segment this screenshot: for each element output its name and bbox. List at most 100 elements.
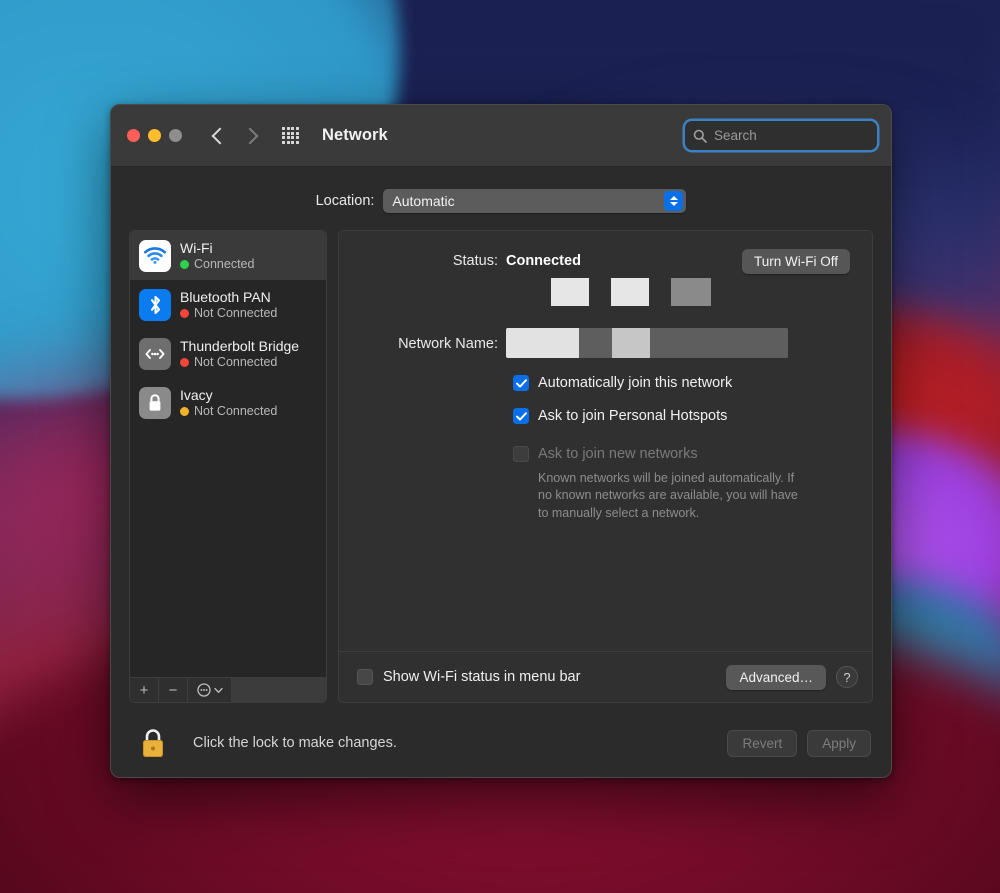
help-button[interactable]: ? — [836, 666, 858, 688]
sidebar-item-text: Ivacy Not Connected — [180, 387, 277, 418]
network-preferences-window: Network Location: Automatic — [110, 104, 892, 778]
status-badge: Not Connected — [180, 404, 277, 418]
network-name-field[interactable] — [506, 328, 788, 358]
network-name-label: Network Name: — [398, 336, 498, 352]
footer-buttons: Revert Apply — [727, 729, 871, 757]
wifi-icon — [139, 239, 171, 272]
sidebar-item-text: Wi-Fi Connected — [180, 240, 254, 271]
redaction-block — [551, 278, 589, 306]
forward-button[interactable] — [241, 127, 259, 144]
window-body: Location: Automatic Wi-Fi Connected Blue… — [111, 167, 891, 715]
wifi-detail-inner: Status: Connected Turn Wi-Fi Off Network… — [339, 231, 872, 651]
apply-button[interactable]: Apply — [807, 729, 871, 757]
sidebar-footer-filler — [232, 678, 326, 702]
sidebar-item-label: Wi-Fi — [180, 239, 213, 256]
redaction-gap — [650, 328, 788, 358]
sidebar-item-ivacy[interactable]: Ivacy Not Connected — [130, 378, 326, 427]
auto-join-label: Automatically join this network — [538, 375, 733, 391]
status-redaction-blocks — [551, 278, 850, 306]
remove-service-button[interactable]: − — [159, 678, 188, 702]
thunderbolt-bridge-icon — [139, 337, 171, 370]
navigation-buttons — [211, 127, 259, 144]
status-dot — [180, 308, 189, 318]
sidebar-item-label: Bluetooth PAN — [180, 288, 271, 305]
add-service-button[interactable]: + — [130, 678, 159, 702]
location-dropdown[interactable]: Automatic — [383, 189, 687, 213]
status-label: Not Connected — [194, 306, 278, 321]
services-sidebar: Wi-Fi Connected Bluetooth PAN Not Connec… — [129, 230, 327, 703]
status-badge: Not Connected — [180, 306, 277, 320]
status-label: Connected — [194, 257, 255, 272]
location-row: Location: Automatic — [129, 167, 873, 230]
zoom-button[interactable] — [169, 129, 182, 142]
sidebar-item-thunderbolt-bridge[interactable]: Thunderbolt Bridge Not Connected — [130, 329, 326, 378]
sidebar-item-label: Ivacy — [180, 386, 213, 403]
menubar-status-label: Show Wi-Fi status in menu bar — [383, 669, 581, 685]
ask-hotspots-label: Ask to join Personal Hotspots — [538, 408, 728, 424]
chevron-up-down-icon[interactable] — [664, 191, 684, 211]
lock-closed-icon[interactable] — [139, 727, 167, 759]
sidebar-item-label: Thunderbolt Bridge — [180, 337, 300, 354]
wifi-detail-footer: Show Wi-Fi status in menu bar Advanced… … — [339, 651, 872, 702]
sidebar-footer: + − — [130, 677, 326, 702]
vpn-lock-icon — [139, 386, 171, 419]
auto-join-checkbox[interactable] — [513, 375, 529, 391]
sidebar-item-text: Bluetooth PAN Not Connected — [180, 289, 277, 320]
checkbox-row-hotspots[interactable]: Ask to join Personal Hotspots — [513, 408, 850, 424]
checkmark-icon — [515, 378, 527, 388]
checkbox-row-new-networks: Ask to join new networks — [513, 446, 850, 462]
status-label: Not Connected — [194, 404, 278, 419]
page-title: Network — [322, 126, 388, 144]
status-label: Not Connected — [194, 355, 278, 370]
grid-apps-icon[interactable] — [282, 127, 299, 144]
location-value: Automatic — [392, 193, 455, 209]
redaction-gap — [589, 278, 611, 306]
status-field-label: Status: — [452, 253, 498, 269]
checkmark-icon — [515, 411, 527, 421]
status-badge: Not Connected — [180, 355, 299, 369]
close-button[interactable] — [127, 129, 140, 142]
redaction-gap — [649, 278, 671, 306]
status-field-value: Connected — [506, 253, 581, 269]
sidebar-item-bluetooth-pan[interactable]: Bluetooth PAN Not Connected — [130, 280, 326, 329]
new-networks-hint: Known networks will be joined automatica… — [538, 471, 798, 520]
services-list: Wi-Fi Connected Bluetooth PAN Not Connec… — [130, 231, 326, 677]
sidebar-item-text: Thunderbolt Bridge Not Connected — [180, 338, 299, 369]
service-actions-button[interactable] — [188, 678, 232, 702]
window-titlebar[interactable]: Network — [111, 105, 891, 167]
search-icon — [693, 129, 707, 143]
lock-hint-text: Click the lock to make changes. — [193, 735, 397, 751]
status-badge: Connected — [180, 257, 254, 271]
sidebar-item-wifi[interactable]: Wi-Fi Connected — [130, 231, 326, 280]
chevron-right-icon — [241, 127, 259, 144]
turn-wifi-off-button[interactable]: Turn Wi-Fi Off — [742, 249, 850, 274]
status-dot — [180, 259, 189, 269]
revert-button[interactable]: Revert — [727, 729, 798, 757]
chevron-down-icon — [213, 687, 223, 693]
redaction-gap — [579, 328, 612, 358]
content-panes: Wi-Fi Connected Bluetooth PAN Not Connec… — [129, 230, 873, 715]
location-label: Location: — [315, 193, 375, 209]
ask-hotspots-checkbox[interactable] — [513, 408, 529, 424]
advanced-button[interactable]: Advanced… — [726, 664, 826, 690]
bluetooth-icon — [139, 288, 171, 321]
search-input[interactable] — [714, 128, 869, 143]
status-dot — [180, 406, 189, 416]
window-footer: Click the lock to make changes. Revert A… — [111, 715, 891, 777]
menubar-status-checkbox[interactable] — [357, 669, 373, 685]
redaction-block — [506, 328, 579, 358]
traffic-light-buttons — [127, 129, 182, 142]
chevron-left-icon — [211, 127, 229, 144]
minimize-button[interactable] — [148, 129, 161, 142]
redaction-block — [611, 278, 649, 306]
checkbox-row-auto-join[interactable]: Automatically join this network — [513, 375, 850, 391]
ask-new-networks-label: Ask to join new networks — [538, 446, 698, 462]
wifi-detail-pane: Status: Connected Turn Wi-Fi Off Network… — [338, 230, 873, 703]
redaction-block — [612, 328, 650, 358]
search-field[interactable] — [685, 121, 877, 150]
search-container — [685, 121, 877, 150]
redaction-block — [671, 278, 711, 306]
ask-new-networks-checkbox — [513, 446, 529, 462]
network-name-row: Network Name: — [361, 328, 850, 358]
back-button[interactable] — [211, 127, 229, 144]
